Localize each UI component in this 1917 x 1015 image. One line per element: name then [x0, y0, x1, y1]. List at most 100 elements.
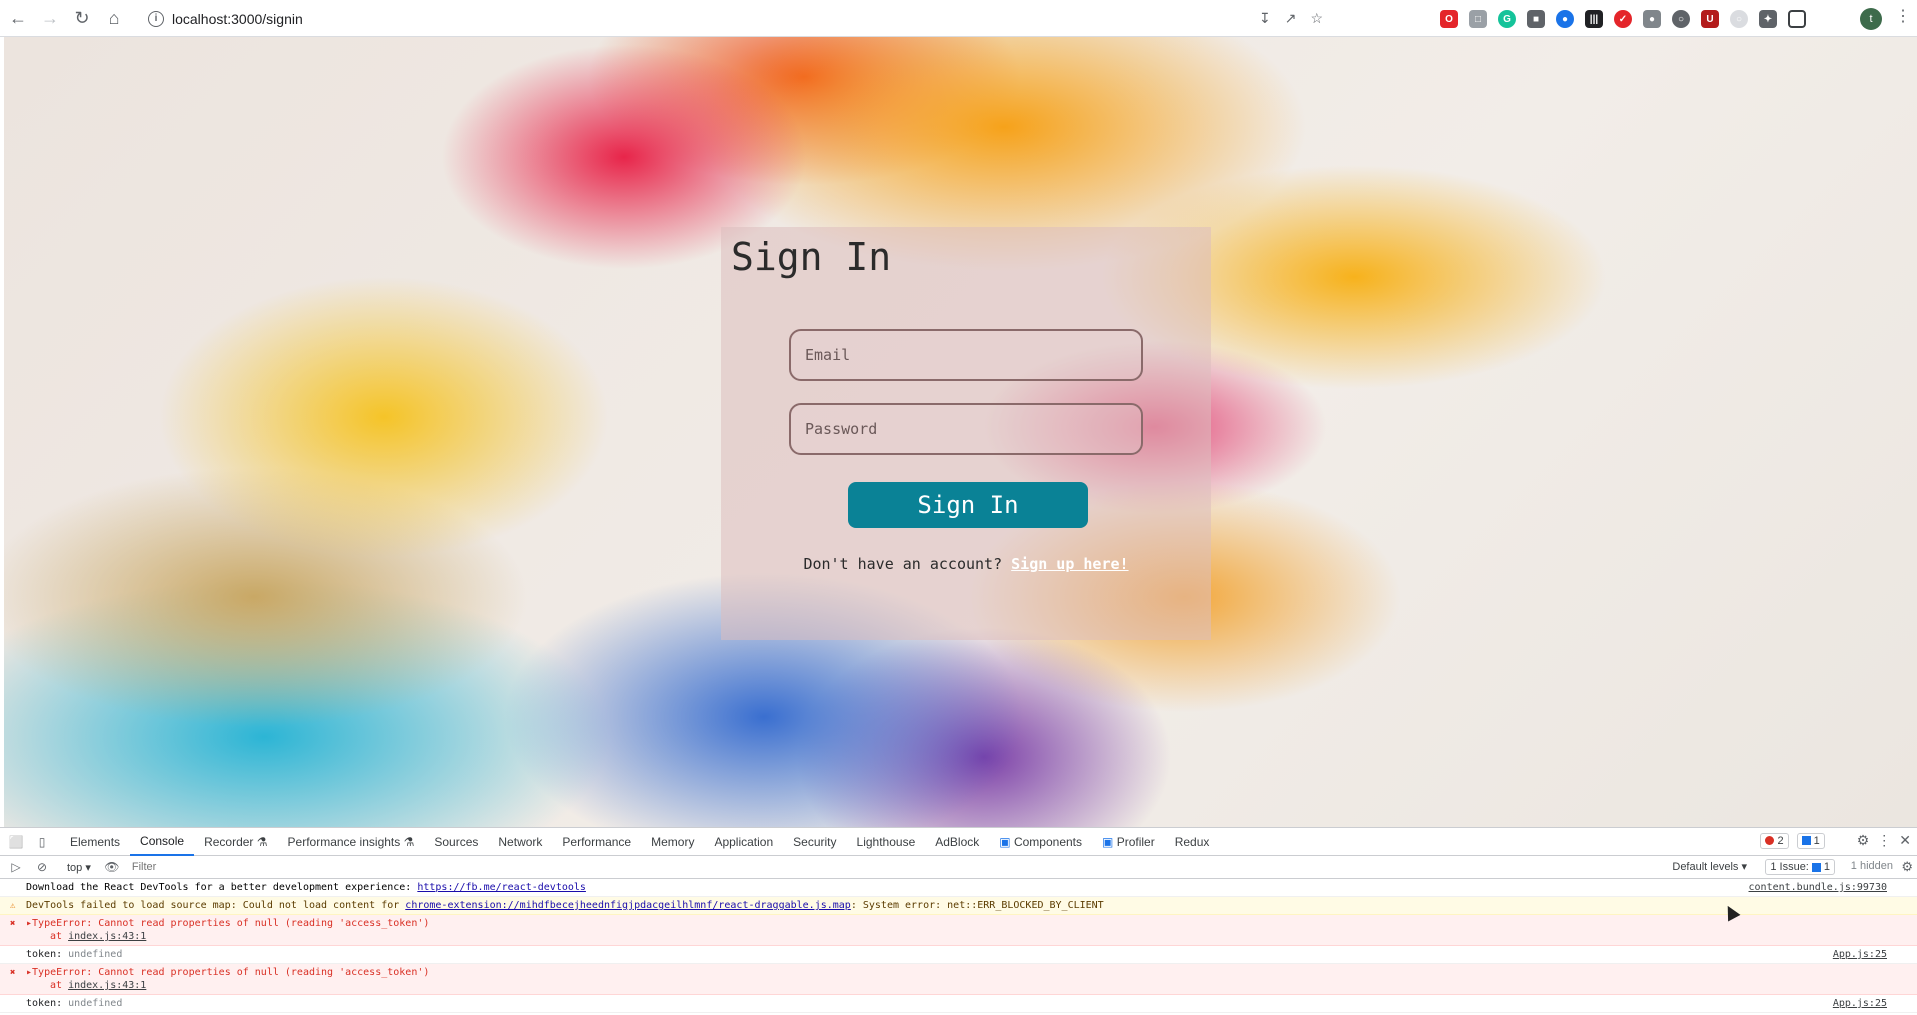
stack-line: at index.js:43:1: [26, 930, 1909, 943]
log-value: undefined: [68, 998, 123, 1009]
close-devtools-icon[interactable]: ✕: [1899, 832, 1911, 849]
message-count: 1: [1813, 834, 1820, 847]
levels-value: Default levels: [1672, 861, 1739, 873]
error-text: TypeError: Cannot read properties of nul…: [32, 967, 430, 978]
context-value: top: [67, 861, 83, 874]
extension-icon[interactable]: ■: [1527, 10, 1545, 28]
email-field[interactable]: [789, 329, 1143, 381]
clear-console-icon[interactable]: ⊘: [32, 857, 52, 877]
tab-adblock[interactable]: AdBlock: [925, 828, 989, 856]
signin-button[interactable]: Sign In: [848, 482, 1088, 528]
side-panel-icon[interactable]: [1788, 10, 1806, 28]
puzzle-icon[interactable]: ✦: [1759, 10, 1777, 28]
console-message: Download the React DevTools for a better…: [0, 879, 1917, 897]
tab-profiler[interactable]: ▣ Profiler: [1092, 828, 1165, 856]
tab-sources[interactable]: Sources: [424, 828, 488, 856]
error-count-badge[interactable]: 2: [1760, 832, 1789, 849]
tab-application[interactable]: Application: [704, 828, 783, 856]
more-menu-icon[interactable]: ⋮: [1895, 6, 1911, 26]
tab-redux[interactable]: Redux: [1165, 828, 1220, 856]
extension-icon[interactable]: ✓: [1614, 10, 1632, 28]
address-bar[interactable]: i localhost:3000/signin ↧ ↗ ☆: [148, 4, 1323, 33]
drop-icon[interactable]: ●: [1556, 10, 1574, 28]
audio-icon[interactable]: |||: [1585, 10, 1603, 28]
devtools-more-icon[interactable]: ⋮: [1877, 832, 1891, 849]
tab-elements[interactable]: Elements: [60, 828, 130, 856]
url-text[interactable]: localhost:3000/signin: [172, 11, 303, 27]
sidebar-toggle-icon[interactable]: ▷: [6, 857, 26, 877]
profile-avatar[interactable]: t: [1860, 8, 1882, 30]
stack-location[interactable]: index.js:43:1: [68, 980, 146, 991]
extension-icon[interactable]: □: [1469, 10, 1487, 28]
share-icon[interactable]: ↗: [1285, 10, 1297, 27]
signin-card: Sign In Sign In Don't have an account? S…: [721, 227, 1211, 640]
hidden-count: 1 hidden: [1850, 860, 1893, 872]
device-toolbar-icon[interactable]: ▯: [32, 832, 52, 852]
console-log: token: undefined App.js:25: [0, 995, 1917, 1013]
levels-dropdown[interactable]: Default levels ▾: [1672, 860, 1747, 873]
devtools-tabbar: ⬜ ▯ Elements Console Recorder ⚗ Performa…: [0, 828, 1917, 856]
tab-memory[interactable]: Memory: [641, 828, 704, 856]
tab-network[interactable]: Network: [488, 828, 552, 856]
stack-location[interactable]: index.js:43:1: [68, 931, 146, 942]
context-select[interactable]: top ▾: [62, 860, 96, 875]
password-field[interactable]: [789, 403, 1143, 455]
extension-icon[interactable]: ●: [1643, 10, 1661, 28]
signup-link[interactable]: Sign up here!: [1011, 555, 1128, 573]
extension-icons: O □ G ■ ● ||| ✓ ● ○ U ○ ✦: [1440, 8, 1806, 30]
tab-performance[interactable]: Performance: [552, 828, 641, 856]
tab-recorder[interactable]: Recorder ⚗: [194, 828, 277, 856]
console-error: ✖ ▸TypeError: Cannot read properties of …: [0, 915, 1917, 946]
inspect-element-icon[interactable]: ⬜: [6, 832, 26, 852]
log-value: undefined: [68, 949, 123, 960]
message-source[interactable]: content.bundle.js:99730: [1749, 881, 1887, 894]
install-icon[interactable]: ↧: [1259, 10, 1271, 27]
flask-icon: ⚗: [256, 834, 268, 849]
tab-components[interactable]: ▣ Components: [989, 828, 1092, 856]
issues-button[interactable]: 1 Issue: 1: [1765, 859, 1835, 875]
tab-console[interactable]: Console: [130, 828, 195, 856]
log-label: token:: [26, 998, 69, 1009]
back-icon[interactable]: ←: [4, 4, 32, 32]
extension-icon[interactable]: ○: [1672, 10, 1690, 28]
message-count-badge[interactable]: 1: [1796, 832, 1825, 849]
signin-title: Sign In: [731, 235, 892, 279]
tab-components-label: Components: [1013, 834, 1083, 849]
warning-text: DevTools failed to load source map: Coul…: [26, 900, 406, 911]
warning-icon: ⚠: [10, 901, 16, 911]
bookmark-star-icon[interactable]: ☆: [1310, 10, 1323, 27]
stack-at: at: [50, 931, 69, 942]
stack-at: at: [50, 980, 69, 991]
settings-gear-icon[interactable]: ⚙: [1857, 832, 1870, 849]
tab-lighthouse[interactable]: Lighthouse: [847, 828, 926, 856]
console-messages: Download the React DevTools for a better…: [0, 879, 1917, 1013]
home-icon[interactable]: ⌂: [100, 4, 128, 32]
flask-icon: ⚗: [403, 834, 415, 849]
grammarly-icon[interactable]: G: [1498, 10, 1516, 28]
issues-label: 1 Issue:: [1770, 861, 1809, 873]
signup-prompt: Don't have an account?: [803, 555, 1003, 573]
warning-link[interactable]: chrome-extension://mihdfbecejheednfigjpd…: [405, 900, 851, 911]
opera-extension-icon[interactable]: O: [1440, 10, 1458, 28]
error-text: TypeError: Cannot read properties of nul…: [32, 918, 430, 929]
log-source[interactable]: App.js:25: [1833, 948, 1887, 961]
message-text: Download the React DevTools for a better…: [26, 882, 418, 893]
warning-text-end: : System error: net::ERR_BLOCKED_BY_CLIE…: [850, 900, 1104, 911]
ublock-icon[interactable]: U: [1701, 10, 1719, 28]
forward-icon[interactable]: →: [36, 4, 64, 32]
console-settings-gear-icon[interactable]: ⚙: [1901, 859, 1913, 875]
error-icon: ✖: [10, 968, 16, 978]
live-expression-eye-icon[interactable]: 👁: [102, 857, 122, 877]
console-log: token: undefined App.js:25: [0, 946, 1917, 964]
tab-performance-insights[interactable]: Performance insights ⚗: [278, 828, 425, 856]
tab-security[interactable]: Security: [783, 828, 846, 856]
error-icon: [1765, 836, 1775, 845]
site-info-icon[interactable]: i: [148, 10, 164, 27]
extension-icon[interactable]: ○: [1730, 10, 1748, 28]
devtools-panel: ⬜ ▯ Elements Console Recorder ⚗ Performa…: [0, 827, 1917, 1015]
reload-icon[interactable]: ↻: [68, 4, 96, 32]
message-link[interactable]: https://fb.me/react-devtools: [417, 882, 586, 893]
tab-profiler-label: Profiler: [1116, 834, 1155, 849]
log-source[interactable]: App.js:25: [1833, 997, 1887, 1010]
console-filter-input[interactable]: [131, 861, 1332, 873]
